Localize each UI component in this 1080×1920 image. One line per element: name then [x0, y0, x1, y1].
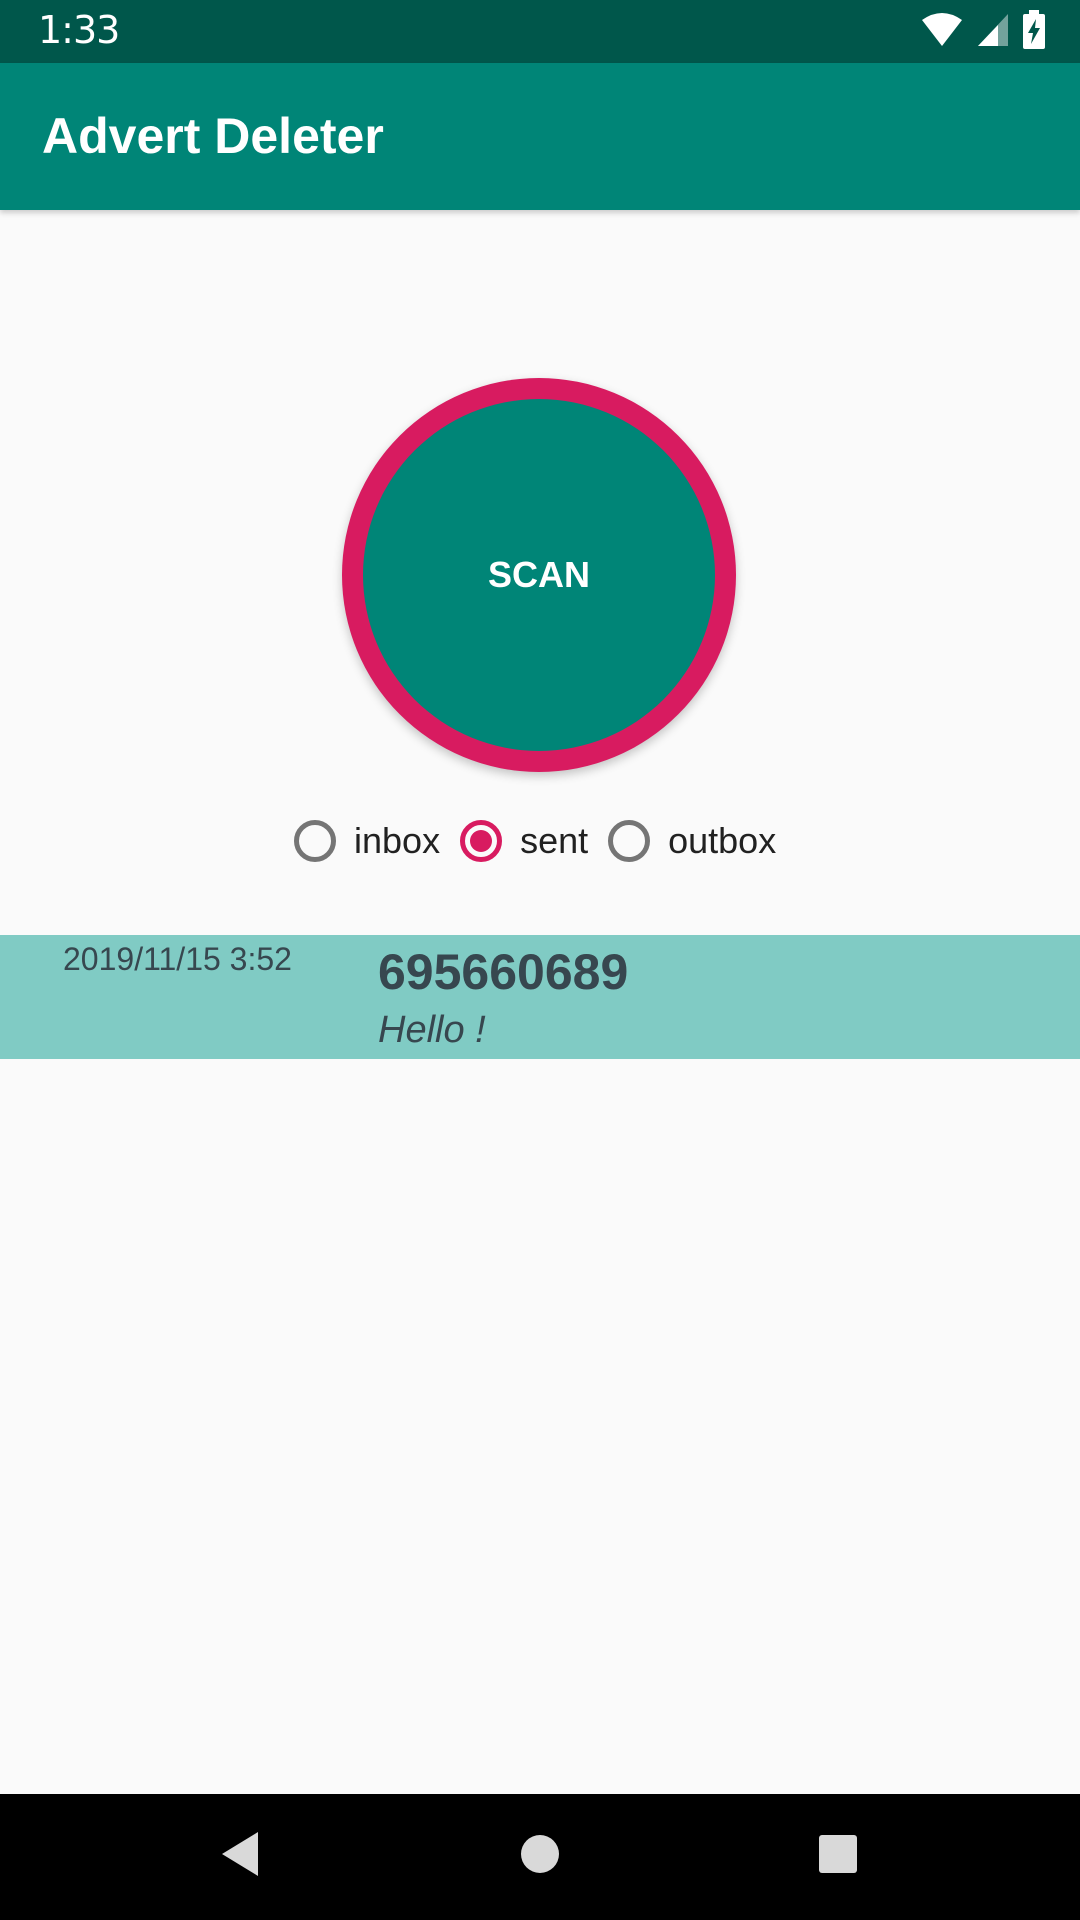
- signal-icon: [976, 12, 1010, 53]
- recents-icon: [818, 1834, 858, 1879]
- message-body: Hello !: [378, 1009, 486, 1051]
- message-date: 2019/11/15 3:52: [63, 941, 292, 977]
- scan-button[interactable]: SCAN: [363, 399, 715, 751]
- radio-checked-dot: [470, 830, 493, 852]
- home-button[interactable]: [508, 1824, 572, 1888]
- radio-unchecked-icon: [294, 820, 336, 862]
- app-bar: Advert Deleter: [0, 63, 1080, 210]
- app-title: Advert Deleter: [42, 108, 384, 164]
- radio-outbox[interactable]: outbox: [604, 820, 776, 862]
- status-icons: [920, 9, 1046, 55]
- navigation-bar: [0, 1794, 1080, 1920]
- status-bar: 1:33: [0, 0, 1080, 63]
- radio-checked-icon: [460, 820, 503, 862]
- message-sender: 695660689: [378, 944, 629, 1000]
- back-button[interactable]: [208, 1824, 272, 1888]
- home-icon: [520, 1834, 560, 1879]
- radio-label-sent: sent: [520, 820, 589, 861]
- folder-radio-group: inbox sent outbox: [290, 810, 792, 872]
- radio-unchecked-icon: [608, 820, 651, 862]
- radio-sent[interactable]: sent: [456, 820, 588, 862]
- battery-charging-icon: [1022, 9, 1046, 55]
- status-time: 1:33: [38, 8, 120, 52]
- radio-inbox[interactable]: inbox: [290, 820, 440, 862]
- radio-label-outbox: outbox: [668, 820, 777, 861]
- back-icon: [218, 1830, 262, 1883]
- recents-button[interactable]: [806, 1824, 870, 1888]
- message-list-item[interactable]: 2019/11/15 3:52 695660689 Hello !: [0, 935, 1080, 1059]
- radio-label-inbox: inbox: [354, 820, 441, 861]
- scan-button-label: SCAN: [487, 554, 590, 595]
- wifi-icon: [920, 12, 964, 53]
- screen: 1:33 Advert Deleter SCAN inbox sent outb…: [0, 0, 1080, 1920]
- scan-button-ring: SCAN: [342, 378, 736, 772]
